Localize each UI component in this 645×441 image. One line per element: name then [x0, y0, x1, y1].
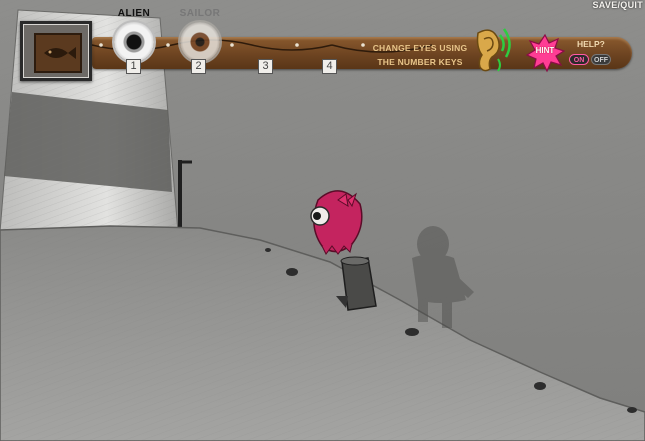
instruction-line: THE NUMBER KEYS — [377, 57, 463, 67]
help-label: HELP? — [577, 39, 605, 49]
hint-label: HINT — [535, 46, 555, 55]
help-on-toggle[interactable]: ON — [569, 54, 589, 65]
sailor-eye-icon — [180, 22, 220, 62]
eye-key-2[interactable]: 2 — [191, 59, 206, 74]
eye-label: SAILOR — [179, 8, 221, 19]
ear-sound-icon — [476, 28, 511, 72]
eye-label: ALIEN — [117, 8, 151, 19]
character-portrait — [20, 21, 92, 81]
eye-instructions: CHANGE EYES USING THE NUMBER KEYS — [365, 41, 475, 69]
help-off-toggle[interactable]: OFF — [591, 54, 611, 65]
save-quit-button[interactable]: SAVE/QUIT — [592, 0, 643, 10]
eye-key-3[interactable]: 3 — [258, 59, 273, 74]
alien-eye-icon — [114, 22, 154, 62]
hint-button[interactable]: HINT — [525, 33, 565, 73]
eye-key-1[interactable]: 1 — [126, 59, 141, 74]
eye-key-4[interactable]: 4 — [322, 59, 337, 74]
fish-emblem-icon — [44, 47, 76, 59]
ear-sound-button[interactable] — [468, 25, 512, 75]
instruction-line: CHANGE EYES USING — [372, 43, 468, 53]
